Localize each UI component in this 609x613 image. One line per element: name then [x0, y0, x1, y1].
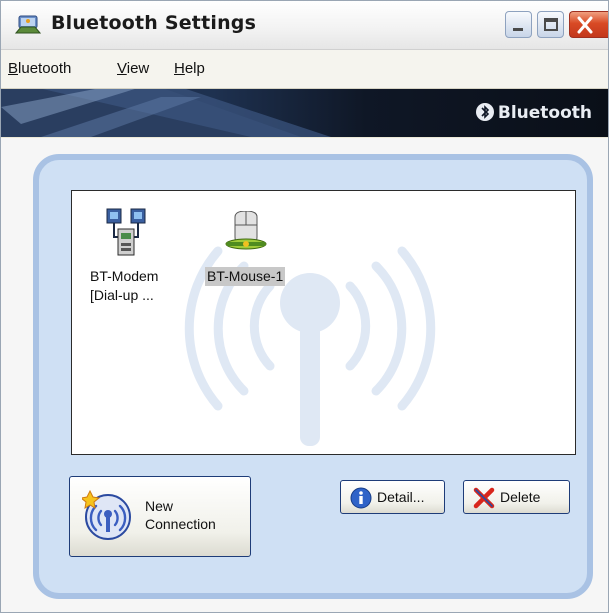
- menu-view[interactable]: View: [117, 60, 149, 77]
- new-connection-label-line2: Connection: [145, 516, 216, 532]
- new-connection-label-line1: New: [145, 498, 174, 514]
- devices-panel: BT-Modem [Dial-up ... BT-Mouse-1 New Con…: [33, 154, 593, 599]
- new-connection-antenna-icon: [82, 489, 131, 540]
- device-bt-modem-label-line2: [Dial-up ...: [90, 287, 154, 303]
- device-bt-modem[interactable]: BT-Modem [Dial-up ...: [90, 207, 186, 303]
- menu-bluetooth[interactable]: Bluetooth: [8, 60, 71, 77]
- menu-help-mnemonic: H: [174, 60, 185, 77]
- maximize-button[interactable]: [537, 11, 564, 38]
- window-title: Bluetooth Settings: [51, 12, 257, 34]
- info-icon: [350, 487, 372, 509]
- detail-label: Detail...: [377, 489, 425, 505]
- close-button[interactable]: [569, 11, 608, 38]
- maximize-icon: [544, 18, 558, 31]
- detail-button[interactable]: Detail...: [340, 480, 445, 514]
- bluetooth-rune-icon: [475, 103, 494, 121]
- bluetooth-app-icon: [15, 15, 41, 34]
- banner-laptop-graphic: [1, 89, 331, 137]
- minimize-button[interactable]: [505, 11, 532, 38]
- mouse-icon: [225, 211, 267, 250]
- delete-button[interactable]: Delete: [463, 480, 570, 514]
- bluetooth-logo: Bluetooth: [475, 103, 592, 123]
- device-bt-mouse-1-label: BT-Mouse-1: [205, 267, 286, 286]
- close-icon: [577, 16, 593, 34]
- device-bt-modem-label: BT-Modem [Dial-up ...: [90, 267, 158, 305]
- delete-label: Delete: [500, 489, 541, 505]
- bluetooth-banner: Bluetooth: [1, 89, 608, 137]
- menu-bluetooth-mnemonic: B: [8, 60, 19, 77]
- menu-bar: Bluetooth View Help: [1, 50, 608, 89]
- delete-x-icon: [473, 487, 495, 509]
- menu-help[interactable]: Help: [174, 60, 205, 77]
- new-connection-label: New Connection: [145, 497, 216, 533]
- new-connection-button[interactable]: New Connection: [69, 476, 251, 557]
- minimize-icon: [513, 28, 523, 31]
- device-bt-mouse-1-label-line1: BT-Mouse-1: [207, 268, 284, 284]
- device-bt-modem-label-line1: BT-Modem: [90, 268, 159, 284]
- device-bt-mouse-1[interactable]: BT-Mouse-1: [205, 207, 301, 297]
- content-area: BT-Modem [Dial-up ... BT-Mouse-1 New Con…: [1, 138, 608, 612]
- bluetooth-logo-text: Bluetooth: [497, 103, 592, 123]
- menu-help-rest: elp: [184, 60, 205, 77]
- menu-view-rest: iew: [126, 60, 150, 77]
- menu-bluetooth-rest: luetooth: [18, 60, 72, 77]
- bluetooth-settings-window: Bluetooth Settings Bluetooth View Help B…: [0, 0, 609, 613]
- menu-view-mnemonic: V: [117, 60, 127, 77]
- device-list[interactable]: BT-Modem [Dial-up ... BT-Mouse-1: [71, 190, 576, 455]
- modem-icon: [106, 208, 146, 256]
- title-bar[interactable]: Bluetooth Settings: [1, 1, 608, 50]
